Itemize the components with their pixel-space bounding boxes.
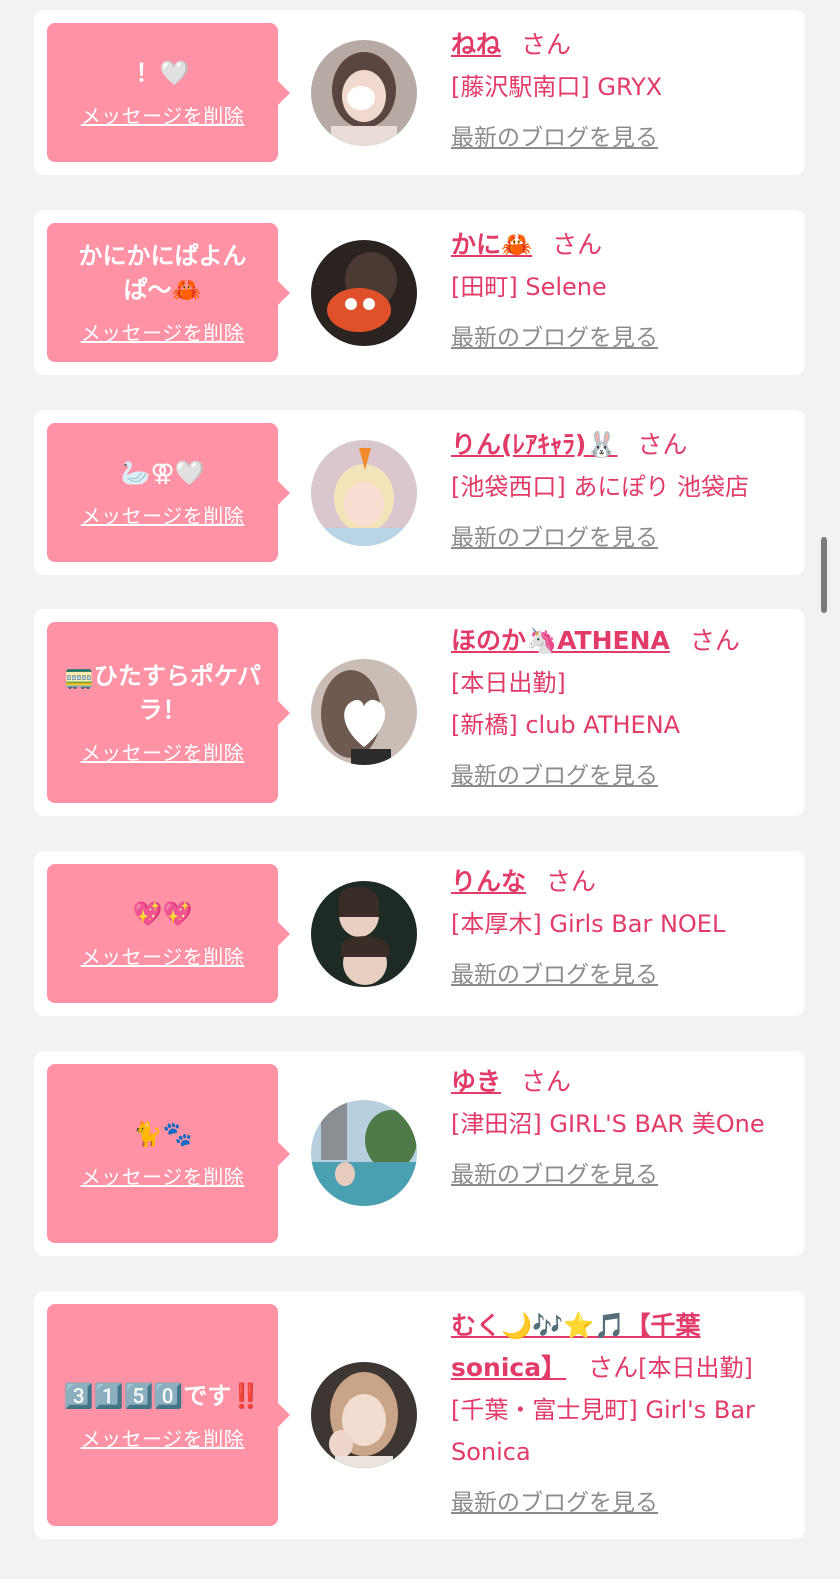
delete-message-link[interactable]: メッセージを削除	[81, 1423, 245, 1452]
delete-message-link[interactable]: メッセージを削除	[81, 737, 245, 766]
cast-name-link[interactable]: ほのか🦄ATHENA	[451, 626, 670, 655]
cast-name-link[interactable]: かに🦀	[451, 230, 532, 259]
cast-info: りん(ﾚｱｷｬﾗ)🐰 さん [池袋西口] あにぽり 池袋店 最新のブログを見る	[451, 424, 796, 552]
delete-message-link[interactable]: メッセージを削除	[81, 100, 245, 129]
message-text: 🦢⚢🤍	[120, 459, 205, 487]
list-item: 🐈🐾 メッセージを削除 ゆき さん [津田沼] GIRL'S BAR 美One 最…	[34, 1051, 805, 1256]
honorific: さん	[689, 626, 740, 655]
cast-info: むく🌙🎶⭐️🎵【千葉sonica】 さん[本日出勤] [千葉・富士見町] Girl…	[451, 1305, 796, 1517]
message-bubble: 🦢⚢🤍 メッセージを削除	[47, 423, 290, 562]
message-bubble: かにかにぱよんぱ〜🦀 メッセージを削除	[47, 223, 290, 362]
avatar[interactable]	[311, 881, 417, 987]
cast-info: ほのか🦄ATHENA さん [本日出勤] [新橋] club ATHENA 最新の…	[451, 620, 796, 790]
honorific: さん	[637, 430, 688, 459]
shop-line: [津田沼] GIRL'S BAR 美One	[451, 1110, 765, 1138]
name-line: ねね さん	[451, 24, 796, 66]
message-text: ！🤍	[135, 59, 190, 87]
scrollbar-thumb[interactable]	[821, 537, 827, 613]
shop-status: [本日出勤]	[638, 1354, 753, 1382]
avatar[interactable]	[311, 440, 417, 546]
delete-message-link[interactable]: メッセージを削除	[81, 317, 245, 346]
delete-message-link[interactable]: メッセージを削除	[81, 941, 245, 970]
shop-line: [本日出勤]	[451, 669, 566, 697]
honorific: さん	[521, 1067, 572, 1096]
latest-blog-link[interactable]: 最新のブログを見る	[451, 1155, 658, 1189]
message-text: 🐈🐾	[132, 1120, 193, 1148]
shop-line: [藤沢駅南口] GRYX	[451, 73, 663, 101]
name-line: りんな さん	[451, 861, 796, 903]
avatar-photo	[311, 40, 417, 146]
latest-blog-link[interactable]: 最新のブログを見る	[451, 955, 658, 989]
shop-line: [本厚木] Girls Bar NOEL	[451, 910, 726, 938]
avatar[interactable]	[311, 240, 417, 346]
message-text: 3️⃣1️⃣5️⃣0️⃣です‼️	[63, 1381, 262, 1410]
cast-info: かに🦀 さん [田町] Selene 最新のブログを見る	[451, 224, 796, 352]
cast-name-link[interactable]: りんな	[451, 867, 526, 896]
name-line: かに🦀 さん	[451, 224, 796, 266]
avatar[interactable]	[311, 1362, 417, 1468]
message-text: 🚃ひたすらポケパラ！	[64, 662, 261, 724]
latest-blog-link[interactable]: 最新のブログを見る	[451, 318, 658, 352]
latest-blog-link[interactable]: 最新のブログを見る	[451, 118, 658, 152]
message-bubble: 🐈🐾 メッセージを削除	[47, 1064, 290, 1243]
avatar-photo	[311, 659, 417, 765]
delete-message-link[interactable]: メッセージを削除	[81, 1161, 245, 1190]
list-item: かにかにぱよんぱ〜🦀 メッセージを削除 かに🦀 さん [田町] Selene 最新…	[34, 210, 805, 375]
honorific: さん	[588, 1353, 639, 1382]
latest-blog-link[interactable]: 最新のブログを見る	[451, 518, 658, 552]
avatar-photo	[311, 881, 417, 987]
name-line: ゆき さん	[451, 1061, 796, 1103]
avatar-photo	[311, 1100, 417, 1206]
message-bubble: 💖💖 メッセージを削除	[47, 864, 290, 1003]
cast-name-link[interactable]: ゆき	[451, 1067, 501, 1096]
shop-line: [千葉・富士見町] Girl's Bar Sonica	[451, 1396, 755, 1466]
cast-name-link[interactable]: ねね	[451, 30, 501, 59]
cast-info: ゆき さん [津田沼] GIRL'S BAR 美One 最新のブログを見る	[451, 1061, 796, 1189]
shop-line: [新橋] club ATHENA	[451, 711, 681, 739]
avatar[interactable]	[311, 40, 417, 146]
avatar-photo	[311, 1362, 417, 1468]
cast-name-link[interactable]: りん(ﾚｱｷｬﾗ)🐰	[451, 430, 617, 459]
name-line: りん(ﾚｱｷｬﾗ)🐰 さん	[451, 424, 796, 466]
cast-info: りんな さん [本厚木] Girls Bar NOEL 最新のブログを見る	[451, 861, 796, 989]
name-line: むく🌙🎶⭐️🎵【千葉sonica】 さん[本日出勤]	[451, 1305, 796, 1389]
list-item: 🚃ひたすらポケパラ！ メッセージを削除 ほのか🦄ATHENA さん [本日出勤] …	[34, 609, 805, 816]
message-bubble: 🚃ひたすらポケパラ！ メッセージを削除	[47, 622, 290, 803]
message-text: かにかにぱよんぱ〜🦀	[78, 242, 247, 304]
honorific: さん	[521, 30, 572, 59]
list-item: 💖💖 メッセージを削除 りんな さん [本厚木] Girls Bar NOEL 最…	[34, 851, 805, 1016]
list-item: 🦢⚢🤍 メッセージを削除 りん(ﾚｱｷｬﾗ)🐰 さん [池袋西口] あにぽり 池袋…	[34, 410, 805, 575]
honorific: さん	[546, 867, 597, 896]
list-item: 3️⃣1️⃣5️⃣0️⃣です‼️ メッセージを削除 むく🌙🎶⭐️🎵【千葉soni…	[34, 1291, 805, 1539]
delete-message-link[interactable]: メッセージを削除	[81, 500, 245, 529]
message-bubble: 3️⃣1️⃣5️⃣0️⃣です‼️ メッセージを削除	[47, 1304, 290, 1526]
name-line: ほのか🦄ATHENA さん	[451, 620, 796, 662]
honorific: さん	[552, 230, 603, 259]
latest-blog-link[interactable]: 最新のブログを見る	[451, 1483, 658, 1517]
avatar-photo	[311, 240, 417, 346]
avatar-photo	[311, 440, 417, 546]
message-bubble: ！🤍 メッセージを削除	[47, 23, 290, 162]
message-text: 💖💖	[132, 900, 193, 928]
cast-info: ねね さん [藤沢駅南口] GRYX 最新のブログを見る	[451, 24, 796, 152]
shop-line: [池袋西口] あにぽり 池袋店	[451, 473, 749, 501]
avatar[interactable]	[311, 1100, 417, 1206]
shop-line: [田町] Selene	[451, 273, 607, 301]
list-item: ！🤍 メッセージを削除 ねね さん [藤沢駅南口] GRYX 最新のブログを見る	[34, 10, 805, 175]
avatar[interactable]	[311, 659, 417, 765]
latest-blog-link[interactable]: 最新のブログを見る	[451, 756, 658, 790]
